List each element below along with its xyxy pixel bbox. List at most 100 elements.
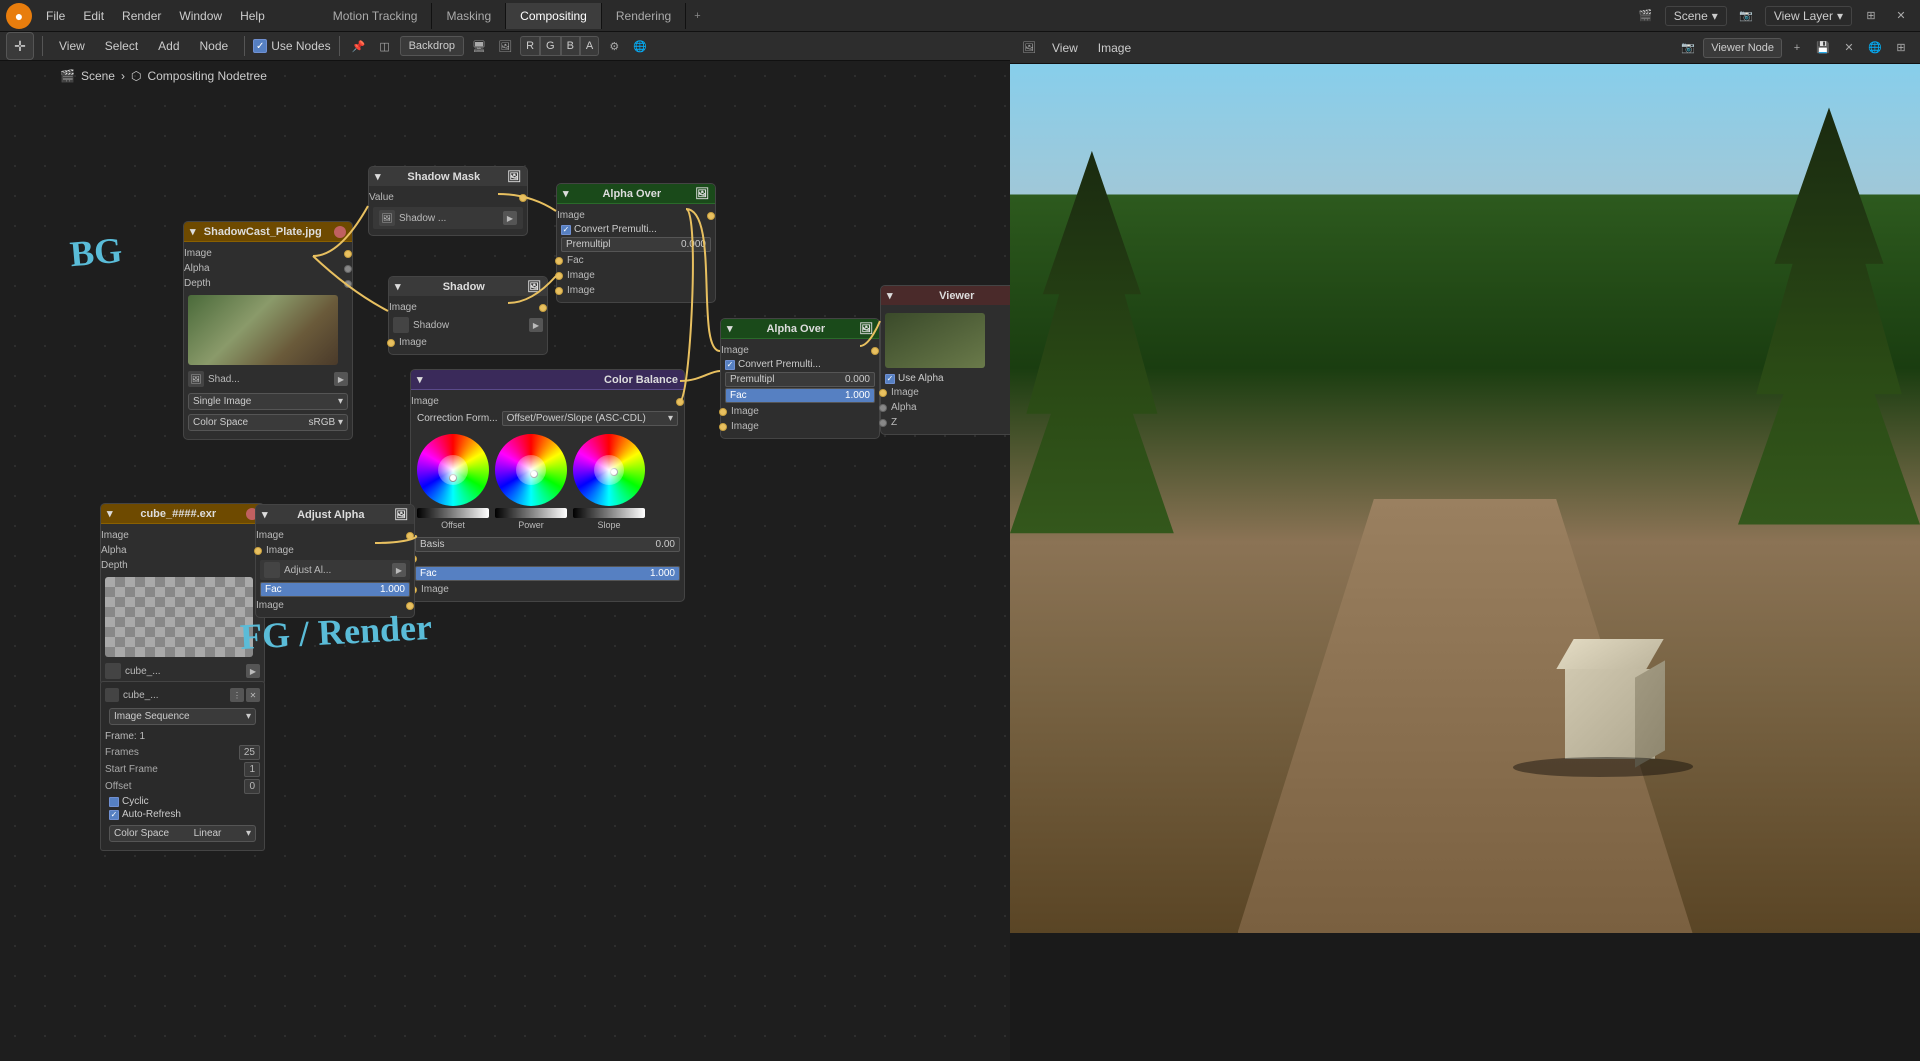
tab-add[interactable]: + <box>686 4 708 28</box>
tree1 <box>1010 151 1174 629</box>
menu-edit[interactable]: Edit <box>75 5 112 27</box>
viewer-add-icon[interactable]: + <box>1786 37 1808 59</box>
s-icon: 🖼 <box>527 280 541 293</box>
close-window-icon[interactable]: ✕ <box>1890 5 1912 27</box>
cube-prop-icon2[interactable]: ✕ <box>246 688 260 702</box>
menu-help[interactable]: Help <box>232 5 273 27</box>
ao2-label: Alpha Over <box>766 323 825 335</box>
node-cube[interactable]: ▾ cube_####.exr Image Alpha Depth <box>100 503 265 686</box>
cb-img-label: Image <box>421 584 449 595</box>
node-shadow-mask[interactable]: ▾ Shadow Mask 🖼 Value 🖼 Shadow ... ▶ <box>368 166 528 236</box>
cb-corr-dropdown[interactable]: Offset/Power/Slope (ASC-CDL) ▾ <box>502 411 678 426</box>
node-alpha-over-1[interactable]: ▾ Alpha Over 🖼 Image ✓ Convert Premulti.… <box>556 183 716 303</box>
aa-label: Adjust Alpha <box>297 509 364 521</box>
scene-label[interactable]: Scene ▾ <box>1665 6 1727 26</box>
view-layer-text: View Layer <box>1774 9 1833 23</box>
channel-a[interactable]: A <box>580 36 599 56</box>
ao1-icon: 🖼 <box>695 187 709 200</box>
auto-refresh-check[interactable]: ✓ <box>109 810 119 820</box>
cube-prop-icon1[interactable]: ⋮ <box>230 688 244 702</box>
sep2 <box>244 36 245 56</box>
cyclic-check[interactable] <box>109 797 119 807</box>
cube-body: Image Alpha Depth cube_. <box>101 524 264 685</box>
vn-alpha-check[interactable]: ✓ <box>885 374 895 384</box>
backdrop-button[interactable]: Backdrop <box>400 36 464 56</box>
power-wheel[interactable] <box>495 434 567 506</box>
node-viewer[interactable]: ▾ Viewer ✓ Use Alpha Image <box>880 285 1010 435</box>
ao2-img1-socket <box>719 408 727 416</box>
viewer-node-btn[interactable]: Viewer Node <box>1703 38 1782 58</box>
menu-window[interactable]: Window <box>171 5 230 27</box>
node-editor-toolbar: ✛ View Select Add Node ✓ Use Nodes 📌 ◫ B… <box>0 32 1010 61</box>
pin-icon: 📌 <box>348 35 370 57</box>
s-shadow-label: Shadow <box>413 320 449 331</box>
channel-g[interactable]: G <box>540 36 561 56</box>
viewer-view-btn[interactable]: View <box>1044 37 1086 59</box>
viewer-save-icon: 💾 <box>1812 37 1834 59</box>
use-nodes-checkbox[interactable]: ✓ <box>253 39 267 53</box>
monitor-icon: 🖥 <box>468 35 490 57</box>
offset-field[interactable]: 0 <box>244 779 260 794</box>
node-editor[interactable]: 🎬 Scene › ⬡ Compositing Nodetree BG FG /… <box>0 61 1010 1061</box>
power-slider[interactable] <box>495 508 567 518</box>
menu-select[interactable]: Select <box>97 35 146 57</box>
channel-r[interactable]: R <box>520 36 540 56</box>
frames-field[interactable]: 25 <box>239 745 260 760</box>
menu-file[interactable]: File <box>38 5 73 27</box>
ao1-checkbox[interactable]: ✓ <box>561 225 571 235</box>
ao2-convert-check: ✓ Convert Premulti... <box>721 358 879 371</box>
power-label: Power <box>518 520 544 530</box>
offset-wheel[interactable] <box>417 434 489 506</box>
menu-add[interactable]: Add <box>150 35 187 57</box>
prop-color-space[interactable]: Color Space Linear ▾ <box>109 825 256 842</box>
viewer-node-body: ✓ Use Alpha Image Alpha 1.000 Z <box>881 305 1010 434</box>
node-shadow[interactable]: ▾ Shadow 🖼 Image Shadow ▶ <box>388 276 548 355</box>
node-adjust-alpha[interactable]: ▾ Adjust Alpha 🖼 Image Image Ad <box>255 504 415 618</box>
tab-motion-tracking[interactable]: Motion Tracking <box>319 3 433 29</box>
slope-slider[interactable] <box>573 508 645 518</box>
tab-rendering[interactable]: Rendering <box>602 3 686 29</box>
sc-alpha-label: Alpha <box>184 263 210 274</box>
channel-b[interactable]: B <box>561 36 580 56</box>
viewer-node-header: ▾ Viewer <box>881 286 1010 305</box>
viewer-close-icon[interactable]: ✕ <box>1838 37 1860 59</box>
cb-out-label: Image <box>411 396 439 407</box>
menu-view[interactable]: View <box>51 35 93 57</box>
ao2-out-socket <box>871 347 879 355</box>
sc-shadow-label: Shad... <box>208 374 240 385</box>
aa-fac-val: 1.000 <box>380 584 405 595</box>
tab-compositing[interactable]: Compositing <box>506 3 602 29</box>
cyclic-label: Cyclic <box>122 796 149 807</box>
sf-field[interactable]: 1 <box>244 762 260 777</box>
viewer-expand-icon[interactable]: ⊞ <box>1890 37 1912 59</box>
new-window-icon[interactable]: ⊞ <box>1860 5 1882 27</box>
slope-wheel[interactable] <box>573 434 645 506</box>
tab-masking[interactable]: Masking <box>432 3 506 29</box>
menu-node[interactable]: Node <box>192 35 237 57</box>
ao2-premulti-label: Premultipl <box>730 374 774 385</box>
offset-slider[interactable] <box>417 508 489 518</box>
cb-corr-label: Correction Form... <box>417 413 498 424</box>
cube-img-seq-dropdown[interactable]: Image Sequence ▾ <box>109 708 256 725</box>
ao1-label: Alpha Over <box>602 188 661 200</box>
cb-corr-arrow: ▾ <box>668 413 673 424</box>
ao1-fac-label: Fac <box>567 255 584 266</box>
node-alpha-over-2[interactable]: ▾ Alpha Over 🖼 Image ✓ Convert Premulti.… <box>720 318 880 439</box>
node-shadowcast[interactable]: ▾ ShadowCast_Plate.jpg Image Alpha Depth <box>183 221 353 440</box>
viewer-image-btn[interactable]: Image <box>1090 37 1139 59</box>
cursor-tool[interactable]: ✛ <box>6 32 34 60</box>
cb-fac-val: 1.000 <box>650 568 675 579</box>
use-nodes-check[interactable]: ✓ Use Nodes <box>253 39 330 53</box>
cs-val: Linear <box>194 828 222 839</box>
ao1-collapse: ▾ <box>563 187 569 200</box>
value-socket <box>519 194 527 202</box>
ao2-checkbox[interactable]: ✓ <box>725 360 735 370</box>
sc-single-image[interactable]: Single Image ▾ <box>188 393 348 410</box>
aa-icon: 🖼 <box>394 508 408 521</box>
node-color-balance[interactable]: ▾ Color Balance Image Correction Form...… <box>410 369 685 602</box>
ao2-convert-label: Convert Premulti... <box>738 359 821 370</box>
sc-color-space[interactable]: Color Space sRGB ▾ <box>188 414 348 431</box>
menu-render[interactable]: Render <box>114 5 169 27</box>
alpha-over-1-header: ▾ Alpha Over 🖼 <box>557 184 715 204</box>
view-layer-label[interactable]: View Layer ▾ <box>1765 6 1852 26</box>
